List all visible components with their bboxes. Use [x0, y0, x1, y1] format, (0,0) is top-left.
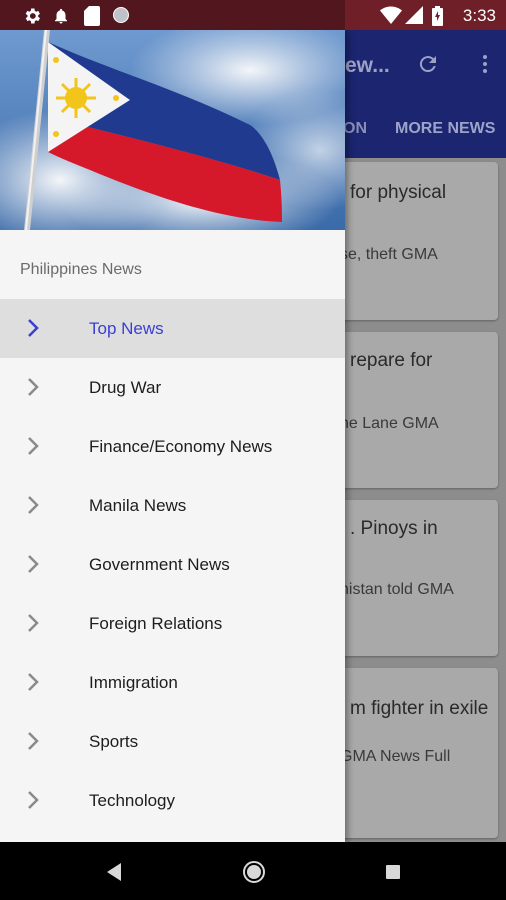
news-card[interactable]: repare for ne Lane GMA [330, 332, 498, 488]
toolbar-title: ew... [345, 54, 390, 77]
drawer-item-manila-news[interactable]: Manila News [0, 476, 345, 535]
recent-apps-icon[interactable] [385, 864, 401, 880]
chevron-right-icon [28, 673, 39, 691]
drawer-item-label: Finance/Economy News [89, 437, 273, 456]
system-navigation-bar [0, 842, 506, 900]
notification-bell-icon [55, 8, 67, 24]
chevron-right-icon [28, 496, 39, 514]
drawer-item-drug-war[interactable]: Drug War [0, 358, 345, 417]
tab-bar: ON MORE NEWS [343, 98, 506, 158]
tab-more-news[interactable]: MORE NEWS [395, 120, 495, 138]
battery-icon [432, 6, 443, 26]
circle-icon [113, 7, 129, 23]
card-title: repare for [350, 350, 433, 371]
sd-card-icon [84, 6, 100, 26]
card-title: . Pinoys in [350, 518, 438, 539]
card-source: ne Lane GMA [340, 415, 439, 432]
news-card[interactable]: for physical se, theft GMA [330, 162, 498, 320]
app-toolbar: ew... [345, 30, 506, 98]
drawer-item-label: Government News [89, 555, 230, 574]
chevron-right-icon [28, 791, 39, 809]
navigation-drawer: Philippines News Top News Drug War Finan… [0, 30, 345, 842]
back-icon[interactable] [105, 862, 123, 882]
chevron-right-icon [28, 319, 39, 337]
card-title: m fighter in exile [350, 698, 489, 719]
drawer-item-government-news[interactable]: Government News [0, 535, 345, 594]
news-card[interactable]: m fighter in exile GMA News Full [330, 668, 498, 838]
card-source: se, theft GMA [340, 246, 438, 263]
drawer-section-title: Philippines News [20, 261, 142, 278]
drawer-item-label: Manila News [89, 496, 187, 515]
home-icon[interactable] [242, 860, 266, 884]
status-time: 3:33 [462, 6, 496, 25]
chevron-right-icon [28, 732, 39, 750]
card-title: for physical [350, 182, 447, 203]
news-card[interactable]: . Pinoys in nistan told GMA [330, 500, 498, 656]
signal-icon [405, 6, 423, 24]
drawer-item-label: Immigration [89, 673, 178, 692]
drawer-item-finance-economy-news[interactable]: Finance/Economy News [0, 417, 345, 476]
drawer-menu: Top News Drug War Finance/Economy News M… [0, 299, 345, 830]
philippine-flag-image [0, 30, 345, 230]
drawer-item-label: Sports [89, 732, 139, 751]
drawer-item-sports[interactable]: Sports [0, 712, 345, 771]
chevron-right-icon [28, 378, 39, 396]
drawer-item-technology[interactable]: Technology [0, 771, 345, 830]
status-bar: 3:33 [0, 0, 506, 30]
refresh-icon[interactable] [416, 52, 440, 76]
chevron-right-icon [28, 437, 39, 455]
drawer-item-label: Foreign Relations [89, 614, 223, 633]
drawer-item-label: Technology [89, 791, 176, 810]
chevron-right-icon [28, 555, 39, 573]
drawer-item-top-news[interactable]: Top News [0, 299, 345, 358]
wifi-icon [380, 6, 402, 24]
card-source: nistan told GMA [340, 581, 454, 598]
more-options-icon[interactable] [473, 52, 497, 76]
settings-icon [25, 8, 40, 24]
drawer-item-immigration[interactable]: Immigration [0, 653, 345, 712]
drawer-item-label: Top News [89, 319, 164, 338]
card-source: GMA News Full [340, 748, 451, 765]
drawer-item-label: Drug War [89, 378, 162, 397]
tab-partial[interactable]: ON [343, 120, 367, 138]
drawer-header-image [0, 30, 345, 230]
chevron-right-icon [28, 614, 39, 632]
drawer-item-foreign-relations[interactable]: Foreign Relations [0, 594, 345, 653]
